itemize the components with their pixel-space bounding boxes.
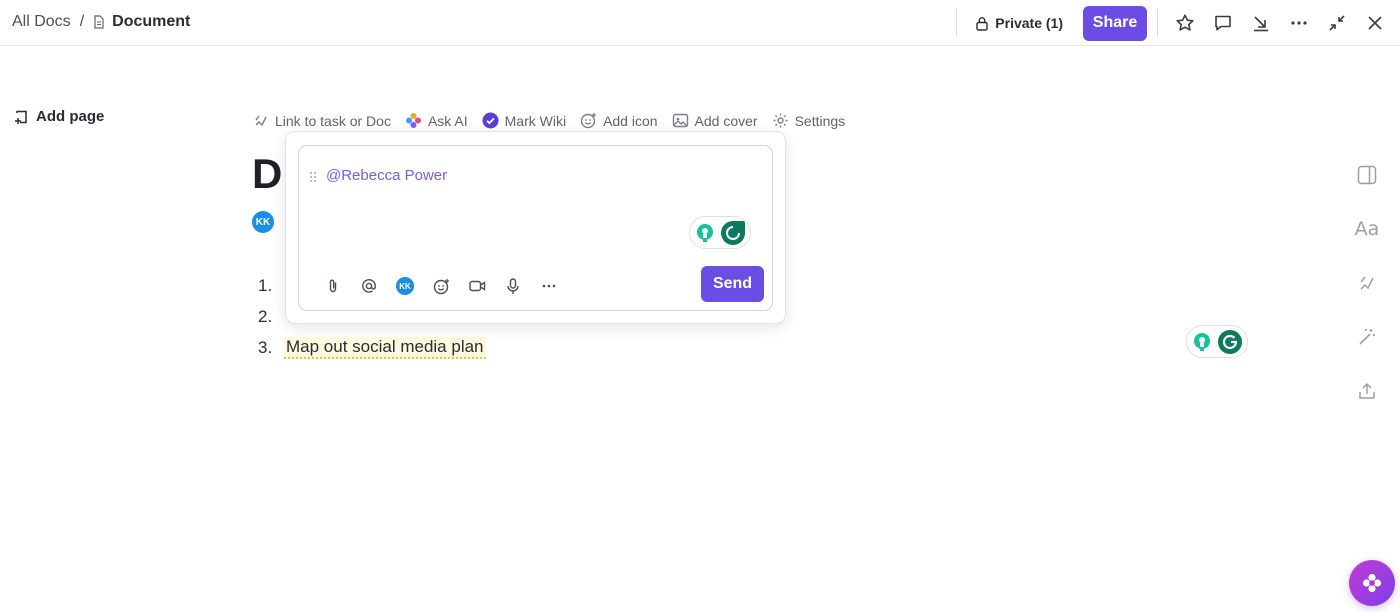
header-actions: Private (1) Share — [956, 0, 1400, 46]
author-avatar[interactable]: KK — [252, 211, 274, 233]
grammarly-logo-icon — [721, 220, 745, 245]
add-page-icon — [15, 110, 27, 124]
privacy-label: Private (1) — [995, 15, 1063, 31]
add-icon-button[interactable]: Add icon — [580, 112, 658, 129]
lightbulb-icon — [697, 223, 713, 242]
ai-assistant-button[interactable] — [1349, 560, 1395, 606]
top-bar: All Docs / Document Private (1) Share — [0, 0, 1400, 46]
video-icon[interactable] — [459, 272, 495, 300]
magic-wand-icon[interactable] — [1352, 322, 1382, 352]
gear-icon — [773, 113, 788, 128]
mark-wiki-label: Mark Wiki — [504, 112, 567, 129]
link-task-icon — [255, 115, 267, 127]
close-icon[interactable] — [1356, 4, 1394, 42]
link-task-label: Link to task or Doc — [275, 112, 391, 129]
breadcrumb: All Docs / Document — [12, 13, 190, 31]
list-item-text: Map out social media plan — [284, 336, 486, 359]
add-cover-button[interactable]: Add cover — [672, 112, 758, 129]
lock-icon — [976, 16, 988, 31]
breadcrumb-all-docs[interactable]: All Docs — [12, 13, 71, 31]
image-icon — [672, 113, 688, 128]
verified-badge-icon — [482, 112, 499, 129]
at-mention-icon[interactable] — [351, 272, 387, 300]
list-number: 3. — [258, 337, 273, 357]
grammarly-logo-icon — [1218, 329, 1242, 354]
list-number: 1. — [258, 275, 273, 295]
mark-wiki-button[interactable]: Mark Wiki — [482, 112, 566, 129]
add-icon-label: Add icon — [603, 112, 658, 129]
collapse-icon[interactable] — [1318, 4, 1356, 42]
comment-editor[interactable]: @Rebecca Power KK Send — [298, 145, 773, 311]
send-button[interactable]: Send — [701, 266, 764, 302]
avatar: KK — [396, 277, 414, 295]
export-arrow-icon[interactable] — [1242, 4, 1280, 42]
settings-button[interactable]: Settings — [772, 112, 846, 129]
add-page-label: Add page — [36, 108, 105, 125]
comment-tools: KK — [315, 272, 567, 300]
assignee-avatar-button[interactable]: KK — [387, 272, 423, 300]
ask-ai-button[interactable]: Ask AI — [405, 112, 468, 129]
breadcrumb-separator: / — [79, 13, 85, 30]
font-size-label: Aa — [1354, 218, 1380, 240]
divider — [956, 9, 958, 37]
divider — [1157, 9, 1158, 37]
more-icon[interactable] — [531, 272, 567, 300]
panel-toggle-icon[interactable] — [1352, 160, 1382, 190]
more-icon[interactable] — [1280, 4, 1318, 42]
doc-toolbar: Link to task or Doc Ask AI Mark Wiki Add… — [252, 112, 859, 129]
star-icon[interactable] — [1166, 4, 1204, 42]
attach-icon[interactable] — [315, 272, 351, 300]
privacy-button[interactable]: Private (1) — [975, 15, 1063, 31]
add-cover-label: Add cover — [694, 112, 758, 129]
header-tools — [1166, 4, 1394, 42]
add-page-button[interactable]: Add page — [14, 108, 104, 125]
doc-title[interactable]: D — [252, 150, 282, 198]
link-task-button[interactable]: Link to task or Doc — [252, 112, 391, 129]
ai-sparkle-icon — [405, 113, 421, 128]
list-number: 2. — [258, 306, 273, 326]
comment-icon[interactable] — [1204, 4, 1242, 42]
grammarly-widget[interactable] — [1186, 325, 1248, 358]
document-icon — [92, 15, 106, 29]
mention-text[interactable]: @Rebecca Power — [326, 167, 447, 184]
settings-label: Settings — [794, 112, 846, 129]
right-rail: Aa — [1352, 160, 1382, 430]
list-item[interactable]: 3. Map out social media plan — [258, 332, 486, 363]
breadcrumb-current[interactable]: Document — [112, 13, 190, 31]
font-size-icon[interactable]: Aa — [1352, 214, 1382, 244]
share-button[interactable]: Share — [1083, 5, 1147, 41]
emoji-add-icon — [580, 113, 597, 129]
microphone-icon[interactable] — [495, 272, 531, 300]
upload-icon[interactable] — [1352, 376, 1382, 406]
link-arrows-icon[interactable] — [1352, 268, 1382, 298]
lightbulb-icon — [1194, 332, 1210, 351]
flower-icon — [1362, 573, 1382, 593]
drag-handle-icon[interactable] — [309, 170, 317, 188]
ask-ai-label: Ask AI — [427, 112, 468, 129]
emoji-add-icon[interactable] — [423, 272, 459, 300]
grammarly-widget[interactable] — [689, 216, 751, 249]
comment-popup: @Rebecca Power KK Send — [285, 131, 786, 324]
